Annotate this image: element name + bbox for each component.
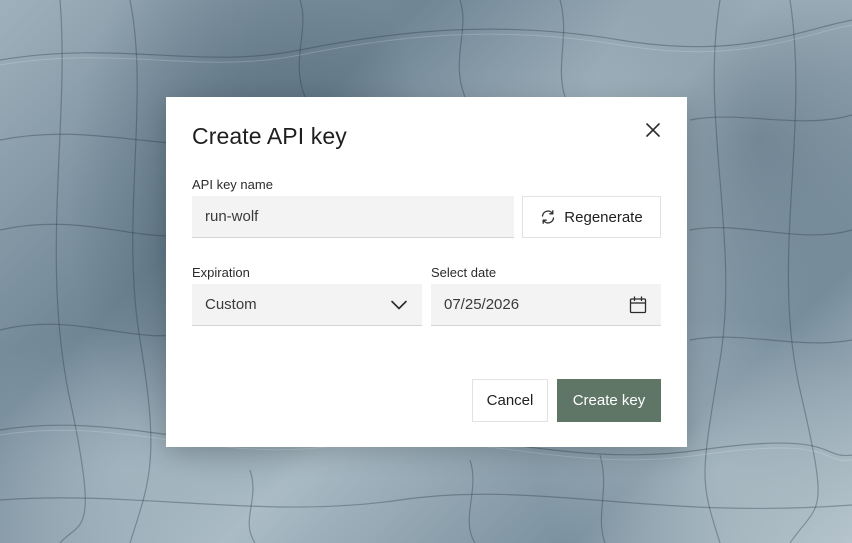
close-icon [645,122,661,143]
expiration-select[interactable]: Custom [192,284,422,326]
calendar-icon[interactable] [629,296,647,314]
close-button[interactable] [640,119,666,145]
date-value: 07/25/2026 [444,296,520,313]
create-api-key-dialog: Create API key API key name run-wolf Reg… [166,97,687,447]
expiration-selected-value: Custom [205,296,257,313]
api-key-name-label: API key name [192,177,273,192]
dialog-title: Create API key [192,123,347,149]
api-key-name-value: run-wolf [205,208,259,225]
api-key-name-input[interactable]: run-wolf [192,196,514,238]
regenerate-button[interactable]: Regenerate [522,196,661,238]
expiration-label: Expiration [192,265,250,280]
create-key-button[interactable]: Create key [557,379,661,422]
chevron-down-icon [390,296,408,314]
refresh-icon [540,209,556,225]
select-date-label: Select date [431,265,497,280]
regenerate-label: Regenerate [564,208,643,226]
date-input[interactable]: 07/25/2026 [431,284,661,326]
cancel-button[interactable]: Cancel [472,379,548,422]
